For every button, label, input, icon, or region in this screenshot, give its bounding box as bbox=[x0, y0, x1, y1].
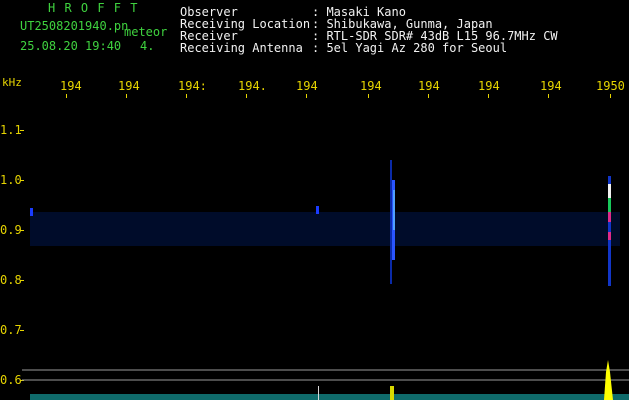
meteor-echo-trail bbox=[390, 160, 392, 284]
signal-speck bbox=[316, 206, 319, 214]
signal-speck bbox=[30, 208, 33, 216]
echo-hot-white bbox=[608, 184, 611, 198]
level-tick bbox=[318, 386, 319, 400]
noise-band bbox=[30, 212, 620, 246]
echo-hot-magenta bbox=[608, 212, 611, 222]
level-baseline bbox=[30, 394, 629, 400]
echo-hot-green bbox=[608, 198, 611, 212]
level-peak bbox=[390, 386, 394, 400]
spectrogram-plot bbox=[22, 160, 629, 400]
echo-hot-magenta bbox=[608, 232, 611, 240]
meteor-echo-bright bbox=[393, 190, 395, 230]
